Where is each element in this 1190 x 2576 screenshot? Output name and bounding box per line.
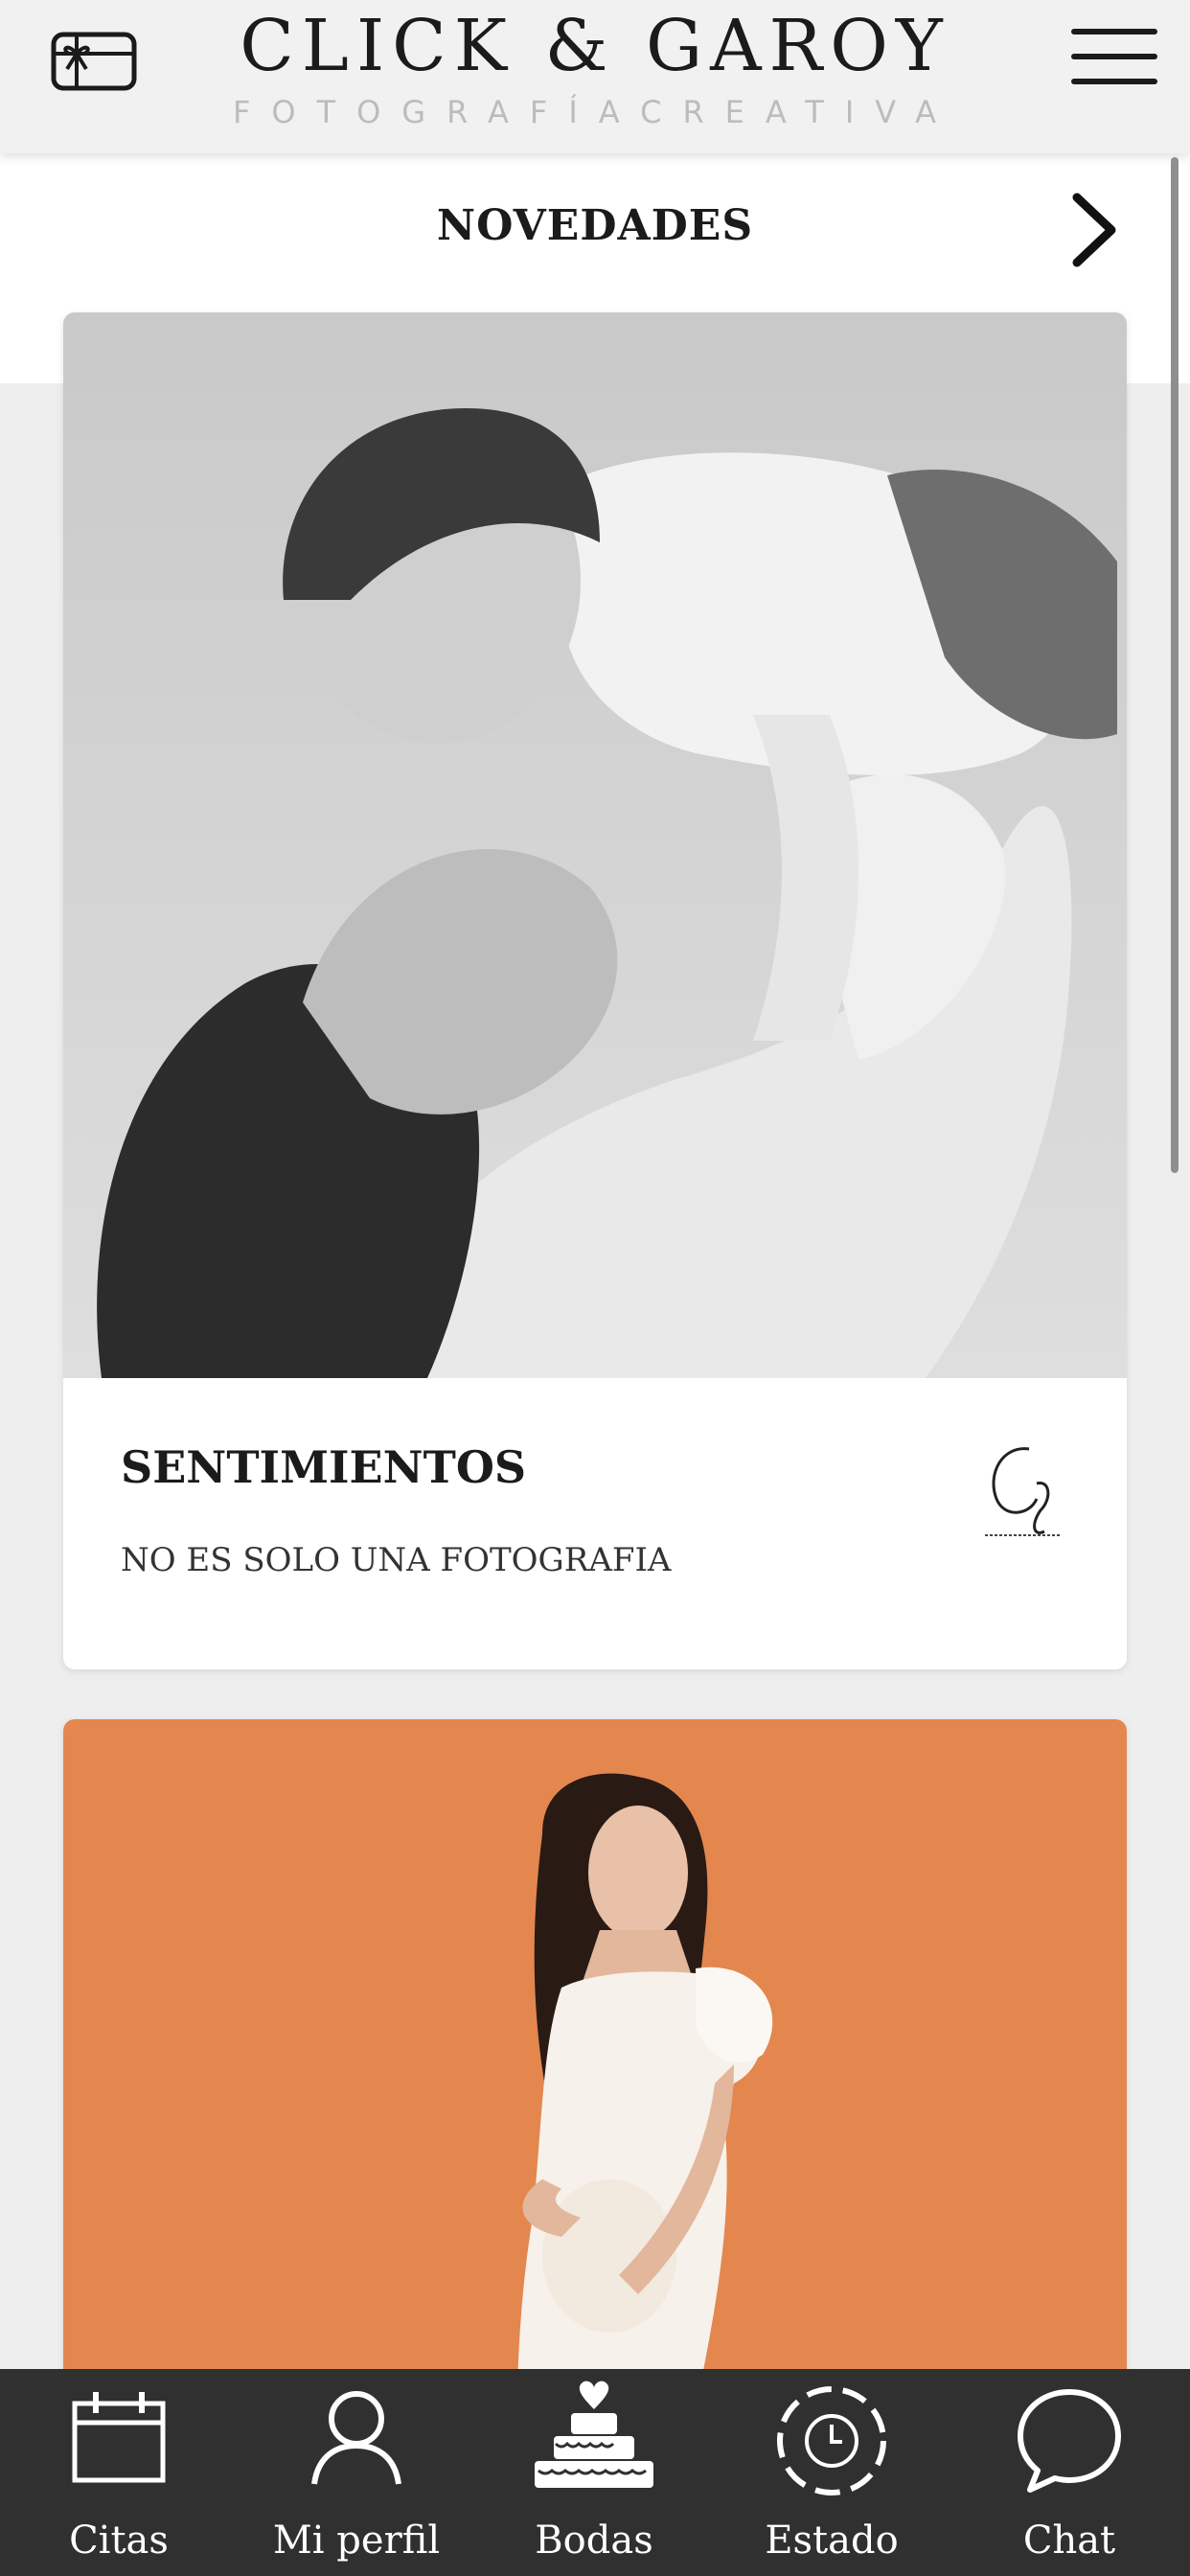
nav-label: Bodas <box>535 2518 653 2563</box>
hamburger-menu-icon[interactable] <box>1071 29 1157 96</box>
card-body: SENTIMIENTOS NO ES SOLO UNA FOTOGRAFIA <box>63 1378 1127 1669</box>
card-title: SENTIMIENTOS <box>121 1441 527 1493</box>
brand-name: CLICK & GAROY <box>240 5 950 87</box>
cg-signature-logo <box>973 1436 1069 1551</box>
nav-item-citas[interactable]: Citas <box>11 2369 226 2576</box>
calendar-icon <box>65 2382 172 2494</box>
bottom-nav: Citas Mi perfil Bodas Estado Chat <box>0 2369 1190 2576</box>
brand-tagline: FOTOGRAFÍACREATIVA <box>232 94 958 130</box>
nav-item-bodas[interactable]: Bodas <box>487 2369 701 2576</box>
nav-item-estado[interactable]: Estado <box>724 2369 939 2576</box>
section-title: NOVEDADES <box>436 201 754 250</box>
nav-label: Estado <box>765 2518 899 2563</box>
wedding-cake-icon <box>527 2377 661 2496</box>
app-header: CLICK & GAROY FOTOGRAFÍACREATIVA <box>0 0 1190 153</box>
scrollbar[interactable] <box>1171 157 1179 1173</box>
nav-item-mi-perfil[interactable]: Mi perfil <box>249 2369 464 2576</box>
brand-logo: CLICK & GAROY FOTOGRAFÍACREATIVA <box>192 6 998 130</box>
nav-label: Chat <box>1022 2518 1116 2563</box>
menu-line <box>1071 29 1157 34</box>
nav-label: Citas <box>69 2518 169 2563</box>
menu-line <box>1071 79 1157 84</box>
gift-card-icon[interactable] <box>48 25 140 96</box>
card-photo <box>63 312 1127 1378</box>
nav-item-chat[interactable]: Chat <box>962 2369 1177 2576</box>
user-icon <box>303 2382 410 2494</box>
news-card[interactable]: SENTIMIENTOS NO ES SOLO UNA FOTOGRAFIA <box>63 312 1127 1669</box>
card-subtitle: NO ES SOLO UNA FOTOGRAFIA <box>121 1541 672 1579</box>
chevron-right-icon[interactable] <box>1065 190 1121 270</box>
menu-line <box>1071 54 1157 59</box>
chat-bubble-icon <box>1013 2382 1126 2499</box>
nav-label: Mi perfil <box>272 2518 441 2563</box>
clock-status-icon <box>773 2382 890 2503</box>
